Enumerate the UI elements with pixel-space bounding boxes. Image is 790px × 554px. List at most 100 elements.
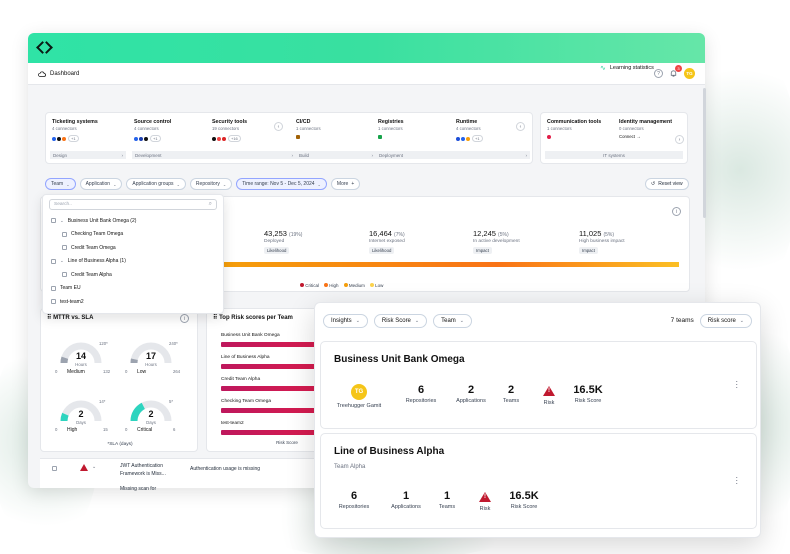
gauge-value: 2 [148,409,154,419]
dropdown-item-label: Team EU [60,285,81,292]
dropdown-item[interactable]: test-team2 [43,295,223,309]
more-options-icon[interactable]: ... [735,375,738,390]
sort-dropdown[interactable]: Risk score ⌄ [699,313,752,328]
chevron-down-icon: ⌄ [414,317,420,324]
dropdown-item[interactable]: ⌄ Line of Business Alpha (1) [43,255,223,269]
stat-deployed: 43,253 (19%) Deployed Likelihood [264,229,303,254]
chevron-down-icon: ⌄ [222,181,227,187]
team-card-alpha[interactable]: Line of Business Alpha Team Alpha 6 Repos… [320,433,757,529]
checkbox[interactable] [51,218,56,224]
gauge-unit: Days [146,420,156,425]
logo-icon[interactable] [36,40,52,56]
next-finding-title: Missing scan for [120,486,157,492]
connect-link[interactable]: Connect → [619,134,672,139]
team-name: Business Unit Bank Omega [334,354,465,365]
chevron-down-icon: ⌄ [66,181,70,187]
learning-statistics-label: Learning statistics [609,65,654,71]
stage-deployment: Deployment › [376,151,530,159]
risk-row-label: Checking Team Omega [221,399,272,404]
table-row[interactable]: ⌄ JWT Authentication Framework is Miss...… [40,458,340,492]
chevron-down-icon[interactable]: ⌄ [60,218,64,224]
gitlab-icon [62,136,66,141]
team-name: Line of Business Alpha [334,446,445,457]
checkbox[interactable] [51,258,56,264]
mttr-title: ⠿ MTTR vs. SLA [47,315,94,321]
wave-icon: ∿ [600,65,606,72]
snyk-icon [217,136,221,141]
teams-count: 7 teams [670,317,694,324]
filter-bar: Team ⌄ Application ⌄ Application groups ⌄ R… [45,178,361,190]
connector-security-tools[interactable]: Security tools 19 connectors +16 [212,119,247,142]
gauge-value: 14 [75,351,86,361]
connector-cicd[interactable]: CI/CD 1 connectors [296,119,321,139]
breadcrumb[interactable]: Dashboard [38,70,79,78]
reset-icon: ↺ [651,181,656,187]
risk-icon [80,464,88,471]
dropdown-item[interactable]: Team EU [43,282,223,296]
learning-statistics-link[interactable]: ∿ Learning statistics [600,64,654,72]
filter-more[interactable]: More + [330,178,361,190]
risk-row-label: Line of Business Alpha [221,355,270,360]
slack-icon [547,135,551,139]
metric-teams: 2 Teams [502,384,520,404]
connector-registries[interactable]: Registries 1 connectors [378,119,404,139]
dropdown-search-input[interactable]: Search.. ⌕ [49,199,217,210]
checkbox[interactable] [62,245,67,251]
registry-icon [378,135,382,139]
jenkins-icon [296,135,300,139]
help-icon[interactable]: ? [654,69,663,78]
metric-applications: 1 Applications [391,490,421,510]
dropdown-item-label: Line of Business Alpha (1) [67,258,126,265]
info-icon[interactable]: i [672,207,681,216]
filter-repository[interactable]: Repository ⌄ [189,178,233,190]
dropdown-item[interactable]: Checking Team Omega [43,228,223,242]
collapse-left-icon[interactable]: ‹ [274,122,283,131]
insights-dropdown[interactable]: Insights ⌄ [323,313,368,328]
risk-row-label: Credit Team Alpha [221,377,261,382]
connector-identity[interactable]: Identity management 0 connectors Connect… [619,119,672,139]
chevron-down-icon: ⌄ [113,181,117,187]
gauge-min: 0 [55,369,58,374]
dropdown-item[interactable]: ⌄ Business Unit Bank Omega (2) [43,214,223,228]
gauge-severity: Medium [67,369,85,375]
checkbox[interactable] [62,272,67,278]
collapse-right-icon[interactable]: ‹ [516,122,525,131]
next-arrow-icon[interactable]: › [675,135,684,144]
chevron-down-icon[interactable]: ⌄ [60,258,64,264]
avatar[interactable]: TG [684,68,695,79]
connector-communication[interactable]: Communication tools 1 connectors [547,119,601,139]
reset-view-button[interactable]: ↺ Reset view [645,178,689,190]
filter-application[interactable]: Application ⌄ [79,178,123,190]
gauge-min: 0 [125,427,128,432]
team-owner: TG Treehugger Gamit [331,384,387,409]
severity-legend: Critical High Medium Low [300,283,383,288]
scrollbar[interactable] [703,88,706,218]
connector-source-control[interactable]: Source control 4 connectors +1 [134,119,171,142]
stat-active-development: 12,245 (5%) In active development Impact [473,229,520,254]
checkbox[interactable] [62,231,67,237]
team-card-bank-omega[interactable]: Business Unit Bank Omega TG Treehugger G… [320,341,757,429]
info-icon[interactable]: i [180,314,189,323]
team-dropdown[interactable]: Team ⌄ [433,313,472,328]
owner-avatar: TG [351,384,367,400]
bell-icon[interactable]: 3 [669,65,682,78]
connector-ticketing[interactable]: Ticketing systems 4 connectors +1 [52,119,98,142]
metric-applications: 2 Applications [456,384,486,404]
bitbucket-icon [134,136,138,141]
legend-low: Low [369,283,383,288]
more-options-icon[interactable]: ... [735,471,738,486]
connector-runtime[interactable]: Runtime 4 connectors +1 [456,119,483,142]
dropdown-item-label: Credit Team Alpha [71,271,112,278]
filter-time-range[interactable]: Time range: Nov 5 - Dec 5, 2024 ⌄ [236,178,327,190]
dropdown-item[interactable]: Credit Team Alpha [43,268,223,282]
row-checkbox[interactable] [52,466,57,471]
legend-high: High [324,283,339,288]
checkbox[interactable] [51,299,56,305]
checkbox[interactable] [51,285,56,291]
risk-icon: ! [543,386,555,396]
filter-application-groups[interactable]: Application groups ⌄ [126,178,186,190]
dropdown-item[interactable]: Credit Team Omega [43,241,223,255]
risk-score-dropdown[interactable]: Risk Score ⌄ [373,313,428,328]
chevron-down-icon[interactable]: ⌄ [92,464,96,470]
filter-team[interactable]: Team ⌄ [45,178,76,190]
